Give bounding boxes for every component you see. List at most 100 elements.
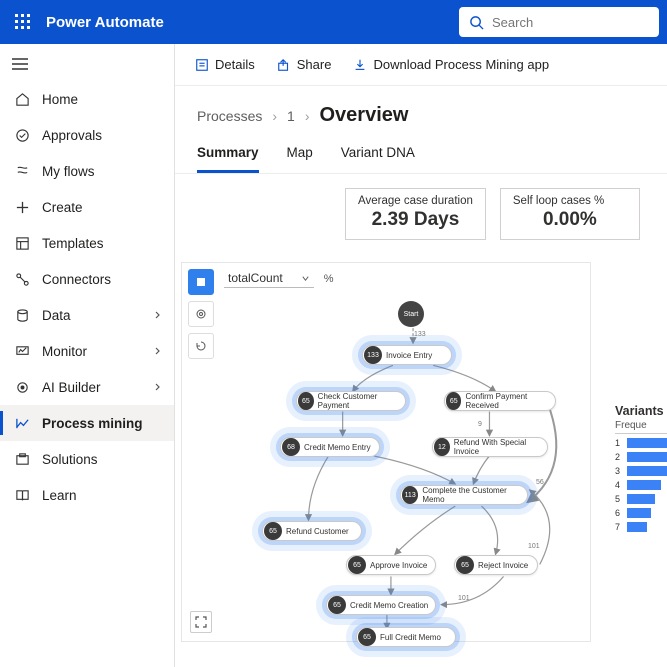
sidebar-item-create[interactable]: Create xyxy=(0,189,174,225)
metric-value: 0.00% xyxy=(513,209,627,231)
variant-index: 6 xyxy=(615,508,623,518)
node-label: Refund With Special Invoice xyxy=(454,438,541,456)
node-label: Credit Memo Entry xyxy=(304,443,371,452)
node-count-badge: 12 xyxy=(434,438,450,456)
sidebar-item-solutions[interactable]: Solutions xyxy=(0,441,174,477)
metric-dropdown[interactable]: totalCount xyxy=(224,269,314,288)
sidebar-item-label: Learn xyxy=(42,488,77,503)
variant-bar xyxy=(627,466,667,476)
node-count-badge: 113 xyxy=(402,486,418,504)
node-label: Confirm Payment Received xyxy=(465,392,549,410)
chevron-down-icon xyxy=(152,344,162,359)
search-box[interactable] xyxy=(459,7,659,37)
edge-count-label: 56 xyxy=(536,479,544,486)
process-node-reject_invoice[interactable]: 65Reject Invoice xyxy=(454,555,538,575)
chevron-right-icon: › xyxy=(305,108,310,124)
variant-row[interactable]: 6 xyxy=(615,508,667,518)
process-node-refund_special_invoice[interactable]: 12Refund With Special Invoice xyxy=(432,437,548,457)
data-icon xyxy=(12,308,32,323)
variants-title: Variants xyxy=(615,404,667,418)
monitor-icon xyxy=(12,344,32,359)
variant-bar xyxy=(627,522,647,532)
breadcrumb-root[interactable]: Processes xyxy=(197,108,262,124)
tab-strip: Summary Map Variant DNA xyxy=(175,131,667,174)
sidebar-item-templates[interactable]: Templates xyxy=(0,225,174,261)
sidebar-item-approvals[interactable]: Approvals xyxy=(0,117,174,153)
top-bar: Power Automate xyxy=(0,0,667,44)
tab-map[interactable]: Map xyxy=(287,145,313,173)
cmd-label: Share xyxy=(297,57,332,72)
sidebar-item-connectors[interactable]: Connectors xyxy=(0,261,174,297)
variant-index: 1 xyxy=(615,438,623,448)
process-node-credit_memo_entry[interactable]: 68 Credit Memo Entry xyxy=(280,437,380,457)
node-label: Complete the Customer Memo xyxy=(422,486,521,504)
sidebar-item-label: Templates xyxy=(42,236,104,251)
process-node-full_credit_memo[interactable]: 65 Full Credit Memo xyxy=(356,627,456,647)
chevron-down-icon xyxy=(152,380,162,395)
search-input[interactable] xyxy=(492,15,649,30)
sidebar-item-aibuilder[interactable]: AI Builder xyxy=(0,369,174,405)
node-count-badge: 65 xyxy=(298,392,314,410)
app-launcher-icon[interactable] xyxy=(8,7,38,37)
expand-diagram-button[interactable] xyxy=(190,611,212,633)
node-count-badge: 133 xyxy=(364,346,382,364)
process-node-credit_memo_creation[interactable]: 65Credit Memo Creation xyxy=(326,595,436,615)
node-count-badge: 65 xyxy=(358,628,376,646)
chevron-right-icon: › xyxy=(272,108,277,124)
cmd-label: Details xyxy=(215,57,255,72)
variants-subtitle: Freque xyxy=(615,418,667,434)
dropdown-value: totalCount xyxy=(228,271,283,285)
node-count-badge: 65 xyxy=(348,556,366,574)
node-label: Reject Invoice xyxy=(478,561,528,570)
breadcrumb-mid[interactable]: 1 xyxy=(287,108,295,124)
process-node-refund_customer[interactable]: 65Refund Customer xyxy=(262,521,362,541)
process-node-complete_customer_memo[interactable]: 113Complete the Customer Memo xyxy=(400,485,528,505)
start-node[interactable]: Start xyxy=(398,301,424,327)
sidebar-toggle[interactable] xyxy=(0,50,174,81)
share-button[interactable]: Share xyxy=(277,57,332,72)
variant-row[interactable]: 4 xyxy=(615,480,667,490)
chevron-down-icon xyxy=(152,308,162,323)
cmd-label: Download Process Mining app xyxy=(373,57,549,72)
process-node-approve_invoice[interactable]: 65Approve Invoice xyxy=(346,555,436,575)
approvals-icon xyxy=(12,128,32,143)
variant-row[interactable]: 3 xyxy=(615,466,667,476)
process-node-confirm_payment_received[interactable]: 65Confirm Payment Received xyxy=(444,391,556,411)
variant-bar xyxy=(627,508,651,518)
sidebar-item-label: Home xyxy=(42,92,78,107)
sidebar-item-home[interactable]: Home xyxy=(0,81,174,117)
sidebar-item-myflows[interactable]: My flows xyxy=(0,153,174,189)
process-node-check_customer_payment[interactable]: 65Check Customer Payment xyxy=(296,391,406,411)
sidebar-item-learn[interactable]: Learn xyxy=(0,477,174,513)
sidebar: Home Approvals My flows Create Templates… xyxy=(0,44,175,667)
process-node-invoice_entry[interactable]: 133Invoice Entry xyxy=(362,345,452,365)
process-diagram-panel: totalCount % xyxy=(181,262,591,642)
node-label: Full Credit Memo xyxy=(380,633,441,642)
variant-row[interactable]: 1 xyxy=(615,438,667,448)
node-count-badge: 65 xyxy=(446,392,461,410)
diagram-mode-3[interactable] xyxy=(188,333,214,359)
details-button[interactable]: Details xyxy=(195,57,255,72)
sidebar-item-data[interactable]: Data xyxy=(0,297,174,333)
sidebar-item-label: My flows xyxy=(42,164,95,179)
variant-index: 4 xyxy=(615,480,623,490)
learn-icon xyxy=(12,488,32,503)
download-button[interactable]: Download Process Mining app xyxy=(353,57,549,72)
sidebar-item-label: Monitor xyxy=(42,344,87,359)
variant-index: 2 xyxy=(615,452,623,462)
flows-icon xyxy=(12,164,32,179)
tab-variant-dna[interactable]: Variant DNA xyxy=(341,145,415,173)
variant-row[interactable]: 7 xyxy=(615,522,667,532)
tab-summary[interactable]: Summary xyxy=(197,145,259,173)
diagram-mode-2[interactable] xyxy=(188,301,214,327)
process-graph[interactable]: Start 133Invoice Entry65Check Customer P… xyxy=(222,307,584,635)
variant-row[interactable]: 2 xyxy=(615,452,667,462)
variant-row[interactable]: 5 xyxy=(615,494,667,504)
node-count-badge: 68 xyxy=(282,438,300,456)
sidebar-item-monitor[interactable]: Monitor xyxy=(0,333,174,369)
diagram-mode-1[interactable] xyxy=(188,269,214,295)
variant-index: 7 xyxy=(615,522,623,532)
sidebar-item-label: Create xyxy=(42,200,83,215)
sidebar-item-process-mining[interactable]: Process mining xyxy=(0,405,174,441)
content-area: Details Share Download Process Mining ap… xyxy=(175,44,667,667)
